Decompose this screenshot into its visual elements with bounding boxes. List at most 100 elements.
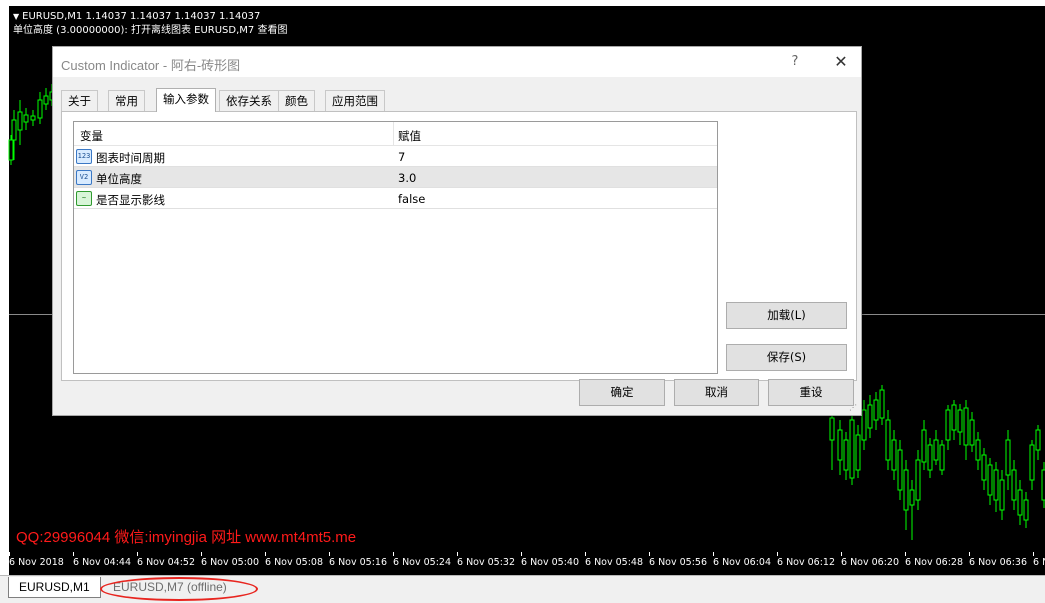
- candle-body: [1029, 444, 1035, 481]
- candle-body: [873, 399, 879, 421]
- ok-button[interactable]: 确定: [579, 379, 665, 406]
- bool-param-icon: ~: [76, 191, 92, 206]
- time-axis: 6 Nov 2018 6 Nov 04:44 6 Nov 04:52 6 Nov 05…: [0, 552, 1045, 574]
- time-axis-tick: [649, 552, 650, 556]
- candle-body: [921, 429, 927, 463]
- tab-dependencies[interactable]: 依存关系: [219, 90, 279, 111]
- input-parameters-table[interactable]: 变量 赋值 123 图表时间周期 7 V2 单位高度 3.0 ~ 是否显示影线 …: [73, 121, 718, 374]
- time-axis-label: 6 Nov 06:20: [841, 557, 900, 568]
- indicator-info-line: 单位高度 (3.00000000): 打开离线图表 EURUSD,M7 查看图: [13, 25, 288, 36]
- candle-body: [855, 434, 861, 471]
- candle-body: [1023, 499, 1029, 521]
- candle-body: [885, 419, 891, 461]
- candle-body: [993, 469, 999, 501]
- cancel-button[interactable]: 取消: [674, 379, 759, 406]
- time-axis-tick: [137, 552, 138, 556]
- candle-body: [8, 139, 14, 161]
- candle-body: [1011, 469, 1017, 501]
- integer-param-icon: 123: [76, 149, 92, 164]
- time-axis-tick: [201, 552, 202, 556]
- candle-body: [43, 95, 49, 105]
- time-axis-label: 6 Nov 05:48: [585, 557, 644, 568]
- column-divider[interactable]: [393, 122, 394, 146]
- param-value[interactable]: 3.0: [398, 171, 416, 185]
- time-axis-label: 6 Nov 05:24: [393, 557, 452, 568]
- candle-body: [843, 439, 849, 471]
- help-button[interactable]: ?: [783, 51, 807, 73]
- time-axis-tick: [841, 552, 842, 556]
- time-axis-tick: [585, 552, 586, 556]
- candle-body: [999, 479, 1005, 511]
- triangle-down-icon[interactable]: ▼: [13, 12, 19, 21]
- time-axis-label: 6 Nov 04:44: [73, 557, 132, 568]
- candle-body: [897, 449, 903, 491]
- dialog-titlebar[interactable]: Custom Indicator - 阿右-砖形图 ? ✕: [53, 47, 861, 77]
- load-button[interactable]: 加载(L): [726, 302, 847, 329]
- reset-button[interactable]: 重设: [768, 379, 854, 406]
- tab-colors[interactable]: 颜色: [278, 90, 315, 111]
- param-value[interactable]: 7: [398, 150, 405, 164]
- candle-body: [37, 99, 43, 119]
- candle-body: [1005, 439, 1011, 476]
- candle-body: [987, 464, 993, 496]
- candle-body: [829, 417, 835, 441]
- table-row[interactable]: 123 图表时间周期 7: [74, 146, 717, 167]
- candle-body: [1035, 429, 1041, 451]
- table-header-row: 变量 赋值: [74, 122, 717, 146]
- time-axis-tick: [905, 552, 906, 556]
- param-value[interactable]: false: [398, 192, 425, 206]
- time-axis-tick: [393, 552, 394, 556]
- candle-body: [969, 419, 975, 446]
- candle-body: [957, 409, 963, 433]
- time-axis-label: 6 N: [1033, 557, 1045, 568]
- time-axis-label: 6 Nov 05:32: [457, 557, 516, 568]
- table-row[interactable]: ~ 是否显示影线 false: [74, 188, 717, 209]
- candle-body: [849, 419, 855, 479]
- tab-inputs[interactable]: 输入参数: [156, 88, 216, 112]
- candle-body: [915, 459, 921, 501]
- time-axis-label: 6 Nov 05:08: [265, 557, 324, 568]
- custom-indicator-dialog: Custom Indicator - 阿右-砖形图 ? ✕ 关于 常用 输入参数…: [52, 46, 862, 416]
- time-axis-label: 6 Nov 04:52: [137, 557, 196, 568]
- tab-about[interactable]: 关于: [61, 90, 98, 111]
- table-row[interactable]: V2 单位高度 3.0: [74, 167, 717, 188]
- candle-body: [975, 439, 981, 461]
- time-axis-label: 6 Nov 05:40: [521, 557, 580, 568]
- candle-body: [11, 119, 17, 141]
- time-axis-label: 6 Nov 2018: [9, 557, 64, 568]
- candle-body: [867, 404, 873, 429]
- highlight-ellipse: [100, 577, 258, 601]
- time-axis-label: 6 Nov 05:56: [649, 557, 708, 568]
- time-axis-tick: [73, 552, 74, 556]
- time-axis-tick: [713, 552, 714, 556]
- candle-body: [945, 409, 951, 441]
- param-name: 图表时间周期: [96, 151, 165, 165]
- candle-body: [903, 469, 909, 511]
- tab-common[interactable]: 常用: [108, 90, 145, 111]
- time-axis-tick: [777, 552, 778, 556]
- close-icon[interactable]: ✕: [827, 51, 855, 73]
- tab-visualization[interactable]: 应用范围: [325, 90, 385, 111]
- candle-body: [951, 404, 957, 431]
- chart-tab-eurusd-m1[interactable]: EURUSD,M1: [8, 577, 101, 598]
- candle-body: [861, 409, 867, 441]
- inputs-tab-panel: 变量 赋值 123 图表时间周期 7 V2 单位高度 3.0 ~ 是否显示影线 …: [61, 111, 857, 381]
- candle-body: [933, 439, 939, 461]
- dialog-tab-strip: 关于 常用 输入参数 依存关系 颜色 应用范围: [61, 88, 851, 112]
- column-header-value[interactable]: 赋值: [398, 128, 421, 144]
- candle-body: [939, 444, 945, 471]
- candle-body: [837, 429, 843, 461]
- param-name: 单位高度: [96, 172, 142, 186]
- column-header-variable[interactable]: 变量: [80, 128, 103, 144]
- watermark-text: QQ:29996044 微信:imyingjia 网址 www.mt4mt5.m…: [16, 529, 357, 546]
- time-axis-tick: [265, 552, 266, 556]
- time-axis-tick: [329, 552, 330, 556]
- candle-body: [23, 114, 29, 123]
- time-axis-label: 6 Nov 06:36: [969, 557, 1028, 568]
- candle-body: [30, 115, 36, 121]
- time-axis-tick: [9, 552, 10, 556]
- resize-grip-icon[interactable]: ⋰: [849, 404, 859, 414]
- save-button[interactable]: 保存(S): [726, 344, 847, 371]
- time-axis-tick: [457, 552, 458, 556]
- candle-body: [927, 444, 933, 471]
